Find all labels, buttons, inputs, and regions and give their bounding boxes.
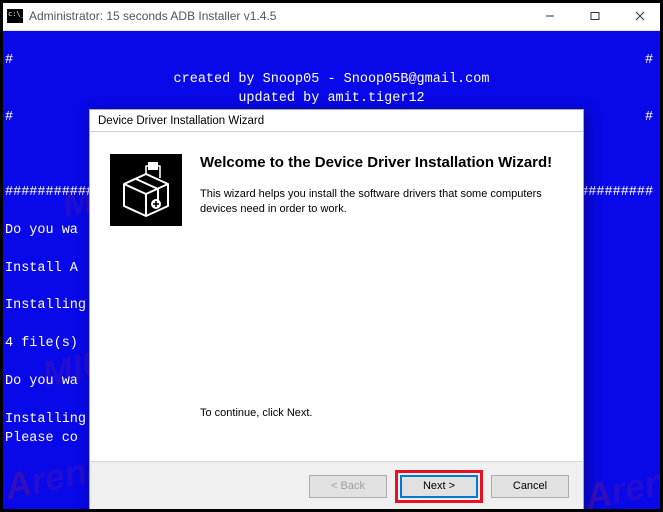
wizard-footer: < Back Next > Cancel [90,461,583,511]
back-button: < Back [309,475,387,498]
window-title: Administrator: 15 seconds ADB Installer … [29,9,276,23]
wizard-heading: Welcome to the Device Driver Installatio… [200,154,563,173]
maximize-button[interactable] [572,1,617,30]
next-button[interactable]: Next > [400,475,478,498]
cancel-button[interactable]: Cancel [491,475,569,498]
driver-box-icon [110,154,182,226]
driver-wizard-dialog: Device Driver Installation Wizard [89,109,584,511]
console-area: MIUI Arena MIUI Arena MIUI Arena MIUI Ar… [1,31,662,511]
minimize-button[interactable] [527,1,572,30]
cmd-icon [7,9,23,23]
next-button-highlight: Next > [395,470,483,503]
wizard-description: This wizard helps you install the softwa… [200,187,563,217]
wizard-title: Device Driver Installation Wizard [90,110,583,132]
wizard-continue-text: To continue, click Next. [200,406,563,421]
titlebar[interactable]: Administrator: 15 seconds ADB Installer … [1,1,662,31]
close-button[interactable] [617,1,662,30]
cmd-window: Administrator: 15 seconds ADB Installer … [0,0,663,512]
wizard-body: Welcome to the Device Driver Installatio… [90,132,583,461]
